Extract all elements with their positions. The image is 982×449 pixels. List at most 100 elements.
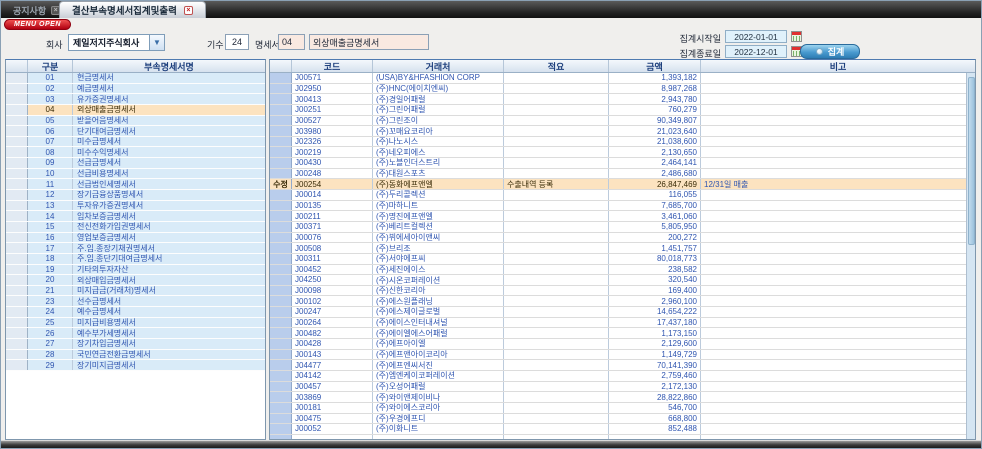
vendor-code: J00413 [292,94,373,104]
vendor-table-row[interactable]: J00571(USA)BY&HFASHION CORP1,393,182 [270,73,966,84]
statement-list-row[interactable]: 27장기차입금명세서 [6,339,265,350]
statement-name: 선급법인세명세서 [73,179,265,189]
vendor-table-row[interactable]: J00430(주)노블인더스트리2,464,141 [270,158,966,169]
statement-list-row[interactable]: 09선급금명세서 [6,158,265,169]
statement-list-row[interactable]: 29장기미지급명세서 [6,360,265,371]
vendor-table-row[interactable]: J00264(주)에이스인터내셔널17,437,180 [270,318,966,329]
statement-list-row[interactable]: 11선급법인세명세서 [6,179,265,190]
vendor-code: J00102 [292,296,373,306]
statement-list-row[interactable]: 16영업보증금명세서 [6,233,265,244]
row-amount: 2,464,141 [609,158,701,168]
vendor-table-row[interactable]: J00211(주)명진에프앤엘3,461,060 [270,211,966,222]
row-desc [504,190,609,200]
statement-list-row[interactable]: 13투자유가증권명세서 [6,201,265,212]
statement-list-row[interactable]: 24예수금명세서 [6,307,265,318]
vendor-table-row[interactable]: J00076(주)뷔에세아이앤씨200,272 [270,233,966,244]
row-amount: 1,451,757 [609,243,701,253]
vendor-table-row[interactable]: J00102(주)에스원플래닝2,960,100 [270,296,966,307]
statement-list-row[interactable]: 21미지급금(거래처)명세서 [6,286,265,297]
row-status [270,84,292,94]
vendor-table-row[interactable]: J00371(주)베리트컬렉션5,805,950 [270,222,966,233]
statement-list-row[interactable]: 14임차보증금명세서 [6,211,265,222]
scrollbar-thumb[interactable] [968,77,975,245]
vendor-table-row[interactable]: J04142(주)엠엔케이코퍼레이션2,759,460 [270,371,966,382]
tab-notice[interactable]: 공지사항 × [7,3,66,18]
window-bottom-bar [1,440,981,448]
statement-list-row[interactable]: 01현금명세서 [6,73,265,84]
statement-list-row[interactable]: 17주.임.종장기채권명세서 [6,243,265,254]
statement-list-row[interactable]: 03유가증권명세서 [6,94,265,105]
row-amount: 14,654,222 [609,307,701,317]
vendor-name: (주)에스제이글로벌 [373,307,504,317]
statement-list-row[interactable]: 23선수금명세서 [6,296,265,307]
statement-list-row[interactable]: 08미수수익명세서 [6,147,265,158]
vendor-table-row[interactable]: J03869(주)와이앤제이비나28,822,860 [270,392,966,403]
vendor-table-row[interactable]: 수정J00254(주)동화에프앤엘수출내역 등록26,847,46912/31일… [270,179,966,190]
tab-close-icon[interactable]: × [184,6,193,15]
vendor-table-row[interactable]: J00098(주)신한코리아169,400 [270,286,966,297]
chevron-down-icon[interactable]: ▼ [149,35,164,50]
vendor-table-row[interactable]: J00181(주)와이에스코리아546,700 [270,403,966,414]
row-desc [504,318,609,328]
statement-list-row[interactable]: 02예금명세서 [6,84,265,95]
vendor-name: (주)동화에프앤엘 [373,179,504,189]
statement-list-row[interactable]: 04외상매출금명세서 [6,105,265,116]
vendor-table-row[interactable]: J00248(주)대원스포츠2,486,680 [270,169,966,180]
vendor-name: (주)두리콜렉션 [373,190,504,200]
statement-list-row[interactable]: 10선급비용명세서 [6,169,265,180]
vendor-table-row[interactable]: J02326(주)나노시스21,038,600 [270,137,966,148]
vendor-table-row[interactable]: J00527(주)그린조이90,349,807 [270,116,966,127]
vendor-table-row[interactable]: J04250(주)시온코퍼레이션320,540 [270,275,966,286]
vendor-table-row[interactable]: J04477(주)에프엔씨서진70,141,390 [270,360,966,371]
statement-list-row[interactable]: 05받을어음명세서 [6,116,265,127]
vendor-table-row[interactable]: J00475(주)우경에프디668,800 [270,414,966,425]
row-amount: 1,393,182 [609,73,701,83]
row-note [701,286,966,296]
start-date-input[interactable] [725,30,787,43]
statement-list-row[interactable]: 26예수부가세명세서 [6,328,265,339]
vendor-table-row[interactable]: J00143(주)에프앤아이코리아1,149,729 [270,350,966,361]
vendor-table-row[interactable]: J00014(주)두리콜렉션116,055 [270,190,966,201]
vendor-table-row[interactable]: J00482(주)에이엘에스어패럴1,173,150 [270,328,966,339]
vendor-table-row[interactable]: J00219(주)네오피에스2,130,650 [270,147,966,158]
statement-list-row[interactable]: 06단기대여금명세서 [6,126,265,137]
company-select[interactable]: 제일저지주식회사 ▼ [68,34,165,51]
statement-list-row[interactable]: 28국민연금전환금명세서 [6,350,265,361]
vendor-table-row[interactable]: J00413(주)경일어패럴2,943,780 [270,94,966,105]
vendor-table-row[interactable]: J00251(주)그린어패럴760,279 [270,105,966,116]
vendor-table-row[interactable]: J00311(주)서야에프씨80,018,773 [270,254,966,265]
vendor-code: J00264 [292,318,373,328]
vendor-table-row[interactable]: J00135(주)마하니트7,685,700 [270,201,966,212]
vendor-table-row[interactable]: J00428(주)에프아이엘2,129,600 [270,339,966,350]
vendor-table-row[interactable]: J00508(주)브리조1,451,757 [270,243,966,254]
statement-name-input[interactable] [309,34,429,50]
statement-list-row[interactable]: 19기타의투자자산 [6,265,265,276]
vendor-table-row[interactable]: J00457(주)오성어패럴2,172,130 [270,382,966,393]
menu-open-badge[interactable]: MENU OPEN [4,19,71,30]
statement-list-row[interactable]: 25미지급비용명세서 [6,318,265,329]
vendor-table-row[interactable]: J03980(주)꼬매요코리아21,023,640 [270,126,966,137]
tab-statement-report[interactable]: 결산부속명세서집계및출력 × [59,1,206,18]
row-desc [504,137,609,147]
row-note [701,382,966,392]
statement-list-row[interactable]: 12장기금융상품명세서 [6,190,265,201]
vendor-table-row[interactable]: J00452(주)세진에이스238,582 [270,265,966,276]
end-date-input[interactable] [725,45,787,58]
row-status [270,105,292,115]
period-input[interactable] [225,34,249,50]
statement-code-input[interactable] [278,34,305,50]
vendor-table-row[interactable]: J02950(주)HNC(에이치엔씨)8,987,268 [270,84,966,95]
statement-list-row[interactable]: 18주.임.종단기대여금명세서 [6,254,265,265]
vendor-code: J00482 [292,328,373,338]
vertical-scrollbar[interactable] [966,73,975,439]
statement-list-row[interactable]: 15전신전화가입권명세서 [6,222,265,233]
statement-list-row[interactable]: 20외상매입금명세서 [6,275,265,286]
aggregate-button[interactable]: 집계 [800,44,860,59]
vendor-table-row[interactable]: J00052(주)이화니트852,488 [270,424,966,435]
calendar-icon[interactable] [791,31,802,42]
statement-list-row[interactable]: 07미수금명세서 [6,137,265,148]
vendor-name: (주)이화니트 [373,424,504,434]
statement-code: 21 [28,286,73,296]
vendor-code: J00014 [292,190,373,200]
vendor-table-row[interactable]: J00247(주)에스제이글로벌14,654,222 [270,307,966,318]
